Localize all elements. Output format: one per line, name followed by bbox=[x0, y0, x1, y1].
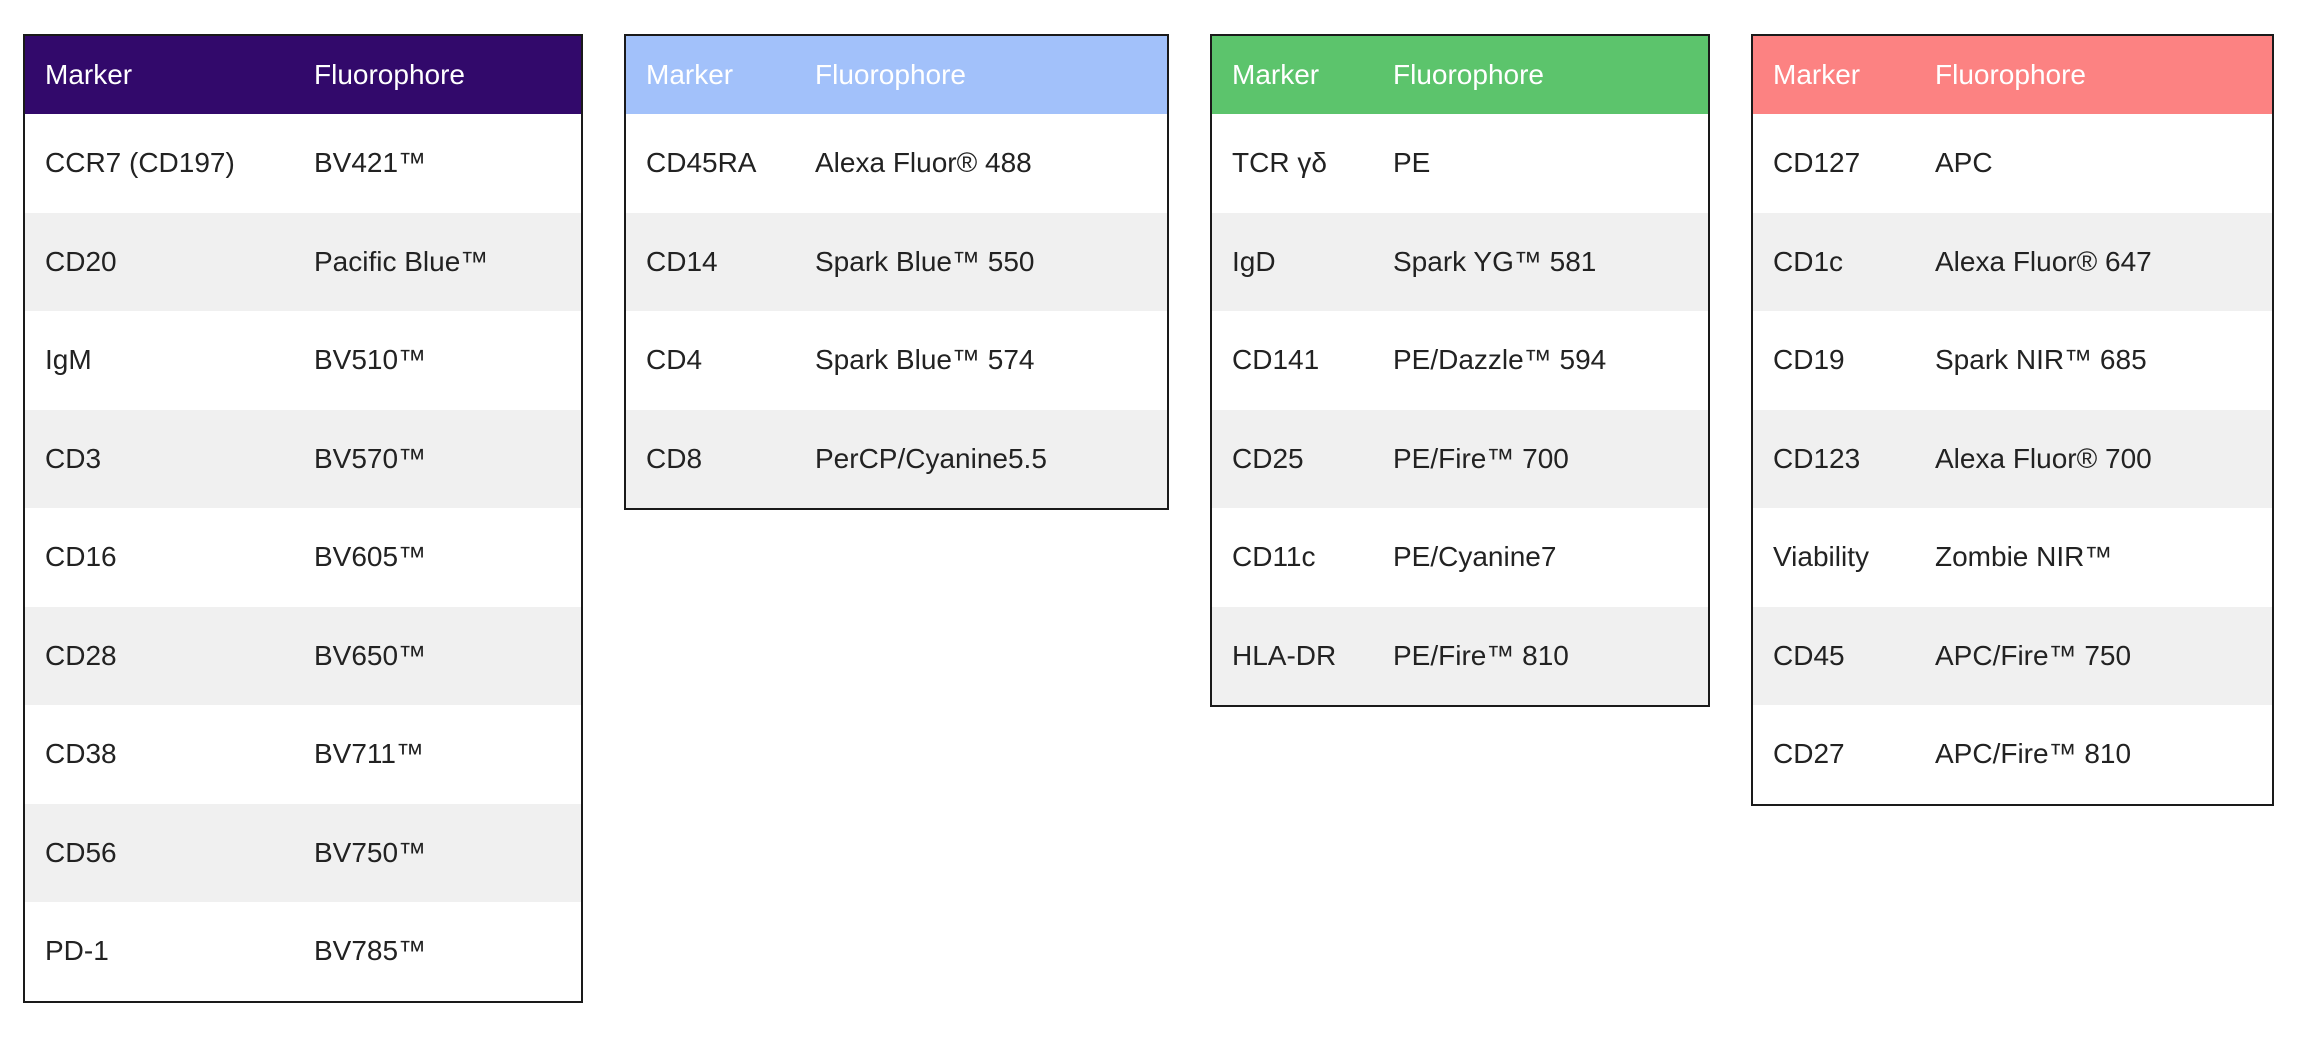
fluorophore-cell: PE/Dazzle™ 594 bbox=[1393, 344, 1607, 376]
fluorophore-cell: PerCP/Cyanine5.5 bbox=[815, 442, 1047, 474]
fluorophore-cell: PE/Fire™ 810 bbox=[1393, 639, 1569, 671]
marker-cell: CD16 bbox=[45, 541, 117, 573]
marker-cell: CD25 bbox=[1232, 442, 1304, 474]
table-row: CD56 BV750™ bbox=[25, 803, 581, 902]
table-row: CD27 APC/Fire™ 810 bbox=[1753, 705, 2272, 804]
table-row: CD20 Pacific Blue™ bbox=[25, 212, 581, 311]
fluorophore-cell: Alexa Fluor® 647 bbox=[1935, 245, 2152, 277]
fluorophore-cell: BV605™ bbox=[314, 541, 427, 573]
table-row: CD45RA Alexa Fluor® 488 bbox=[626, 114, 1167, 213]
fluorophore-cell: BV711™ bbox=[314, 738, 424, 770]
marker-cell: CD14 bbox=[646, 245, 718, 277]
fluorophore-cell: Spark NIR™ 685 bbox=[1935, 344, 2147, 376]
marker-cell: CD27 bbox=[1773, 738, 1845, 770]
panel-yellow-green: Marker Fluorophore TCR γδ PE IgD Spark YG™ 58… bbox=[1210, 34, 1710, 707]
fluorophore-cell: Alexa Fluor® 700 bbox=[1935, 442, 2152, 474]
fluorophore-cell: BV570™ bbox=[314, 442, 427, 474]
table-row: Viability Zombie NIR™ bbox=[1753, 508, 2272, 607]
column-header-fluorophore: Fluorophore bbox=[815, 59, 966, 90]
panel-body: CCR7 (CD197) BV421™ CD20 Pacific Blue™ IgM BV… bbox=[25, 114, 581, 1001]
table-row: CD25 PE/Fire™ 700 bbox=[1212, 409, 1708, 508]
marker-cell: Viability bbox=[1773, 541, 1869, 573]
fluorophore-cell: Spark Blue™ 574 bbox=[815, 344, 1035, 376]
panel-header: Marker Fluorophore bbox=[626, 36, 1167, 114]
table-row: CD11c PE/Cyanine7 bbox=[1212, 508, 1708, 607]
fluorophore-cell: Zombie NIR™ bbox=[1935, 541, 2113, 573]
column-header-fluorophore: Fluorophore bbox=[1393, 59, 1544, 90]
table-row: CD28 BV650™ bbox=[25, 606, 581, 705]
panel-header: Marker Fluorophore bbox=[25, 36, 581, 114]
fluorophore-cell: APC bbox=[1935, 147, 1993, 179]
panel-blue: Marker Fluorophore CD45RA Alexa Fluor® 488 C… bbox=[624, 34, 1169, 510]
table-row: IgD Spark YG™ 581 bbox=[1212, 212, 1708, 311]
column-header-marker: Marker bbox=[1232, 59, 1320, 90]
fluorophore-cell: BV750™ bbox=[314, 836, 427, 868]
table-row: CD4 Spark Blue™ 574 bbox=[626, 311, 1167, 410]
table-row: CCR7 (CD197) BV421™ bbox=[25, 114, 581, 213]
fluorophore-cell: APC/Fire™ 810 bbox=[1935, 738, 2132, 770]
marker-cell: PD-1 bbox=[45, 935, 109, 967]
table-row: TCR γδ PE bbox=[1212, 114, 1708, 213]
marker-cell: CD19 bbox=[1773, 344, 1845, 376]
table-row: CD45 APC/Fire™ 750 bbox=[1753, 606, 2272, 705]
marker-cell: HLA-DR bbox=[1232, 639, 1337, 671]
fluorophore-cell: PE/Cyanine7 bbox=[1393, 541, 1557, 573]
marker-cell: CD4 bbox=[646, 344, 703, 376]
panel-body: CD45RA Alexa Fluor® 488 CD14 Spark Blue™ 55… bbox=[626, 114, 1167, 508]
marker-cell: TCR γδ bbox=[1232, 147, 1327, 179]
fluorophore-cell: PE bbox=[1393, 147, 1431, 179]
table-row: CD141 PE/Dazzle™ 594 bbox=[1212, 311, 1708, 410]
fluorophore-cell: APC/Fire™ 750 bbox=[1935, 639, 2132, 671]
table-row: IgM BV510™ bbox=[25, 311, 581, 410]
fluorophore-cell: Pacific Blue™ bbox=[314, 245, 489, 277]
column-header-fluorophore: Fluorophore bbox=[1935, 59, 2086, 90]
fluorophore-cell: BV510™ bbox=[314, 344, 427, 376]
table-row: CD16 BV605™ bbox=[25, 508, 581, 607]
panel-red: Marker Fluorophore CD127 APC CD1c Alexa Fluor… bbox=[1751, 34, 2274, 806]
table-row: CD14 Spark Blue™ 550 bbox=[626, 212, 1167, 311]
table-row: CD8 PerCP/Cyanine5.5 bbox=[626, 409, 1167, 508]
fluorophore-cell: BV785™ bbox=[314, 935, 427, 967]
marker-cell: CD3 bbox=[45, 442, 102, 474]
marker-cell: CD141 bbox=[1232, 344, 1320, 376]
panel-body: TCR γδ PE IgD Spark YG™ 581 CD141 PE/Dazzle™ … bbox=[1212, 114, 1708, 705]
fluorophore-cell: BV650™ bbox=[314, 639, 427, 671]
marker-cell: CD20 bbox=[45, 245, 117, 277]
table-row: HLA-DR PE/Fire™ 810 bbox=[1212, 606, 1708, 705]
fluorophore-cell: PE/Fire™ 700 bbox=[1393, 442, 1569, 474]
marker-cell: CD1c bbox=[1773, 245, 1844, 277]
marker-cell: CD28 bbox=[45, 639, 117, 671]
fluorophore-cell: BV421™ bbox=[314, 147, 427, 179]
marker-cell: CD56 bbox=[45, 836, 117, 868]
panel-header: Marker Fluorophore bbox=[1212, 36, 1708, 114]
column-header-marker: Marker bbox=[646, 59, 734, 90]
fluorophore-cell: Spark YG™ 581 bbox=[1393, 245, 1597, 277]
table-row: CD127 APC bbox=[1753, 114, 2272, 213]
panel-body: CD127 APC CD1c Alexa Fluor® 647 CD19 Spark NI… bbox=[1753, 114, 2272, 804]
column-header-marker: Marker bbox=[45, 59, 133, 90]
table-row: CD1c Alexa Fluor® 647 bbox=[1753, 212, 2272, 311]
table-row: PD-1 BV785™ bbox=[25, 902, 581, 1001]
table-row: CD3 BV570™ bbox=[25, 409, 581, 508]
marker-cell: CD127 bbox=[1773, 147, 1861, 179]
marker-cell: IgM bbox=[45, 344, 92, 376]
marker-cell: CD45RA bbox=[646, 147, 757, 179]
marker-cell: CCR7 (CD197) bbox=[45, 147, 235, 179]
panel-violet: Marker Fluorophore CCR7 (CD197) BV421™ CD20 P… bbox=[23, 34, 583, 1003]
fluorophore-cell: Alexa Fluor® 488 bbox=[815, 147, 1032, 179]
marker-cell: CD45 bbox=[1773, 639, 1845, 671]
marker-cell: IgD bbox=[1232, 245, 1276, 277]
marker-cell: CD38 bbox=[45, 738, 117, 770]
panel-header: Marker Fluorophore bbox=[1753, 36, 2272, 114]
table-row: CD123 Alexa Fluor® 700 bbox=[1753, 409, 2272, 508]
marker-cell: CD8 bbox=[646, 442, 703, 474]
table-row: CD38 BV711™ bbox=[25, 705, 581, 804]
marker-cell: CD123 bbox=[1773, 442, 1861, 474]
column-header-marker: Marker bbox=[1773, 59, 1861, 90]
column-header-fluorophore: Fluorophore bbox=[314, 59, 465, 90]
table-row: CD19 Spark NIR™ 685 bbox=[1753, 311, 2272, 410]
marker-cell: CD11c bbox=[1232, 541, 1316, 573]
fluorophore-cell: Spark Blue™ 550 bbox=[815, 245, 1035, 277]
